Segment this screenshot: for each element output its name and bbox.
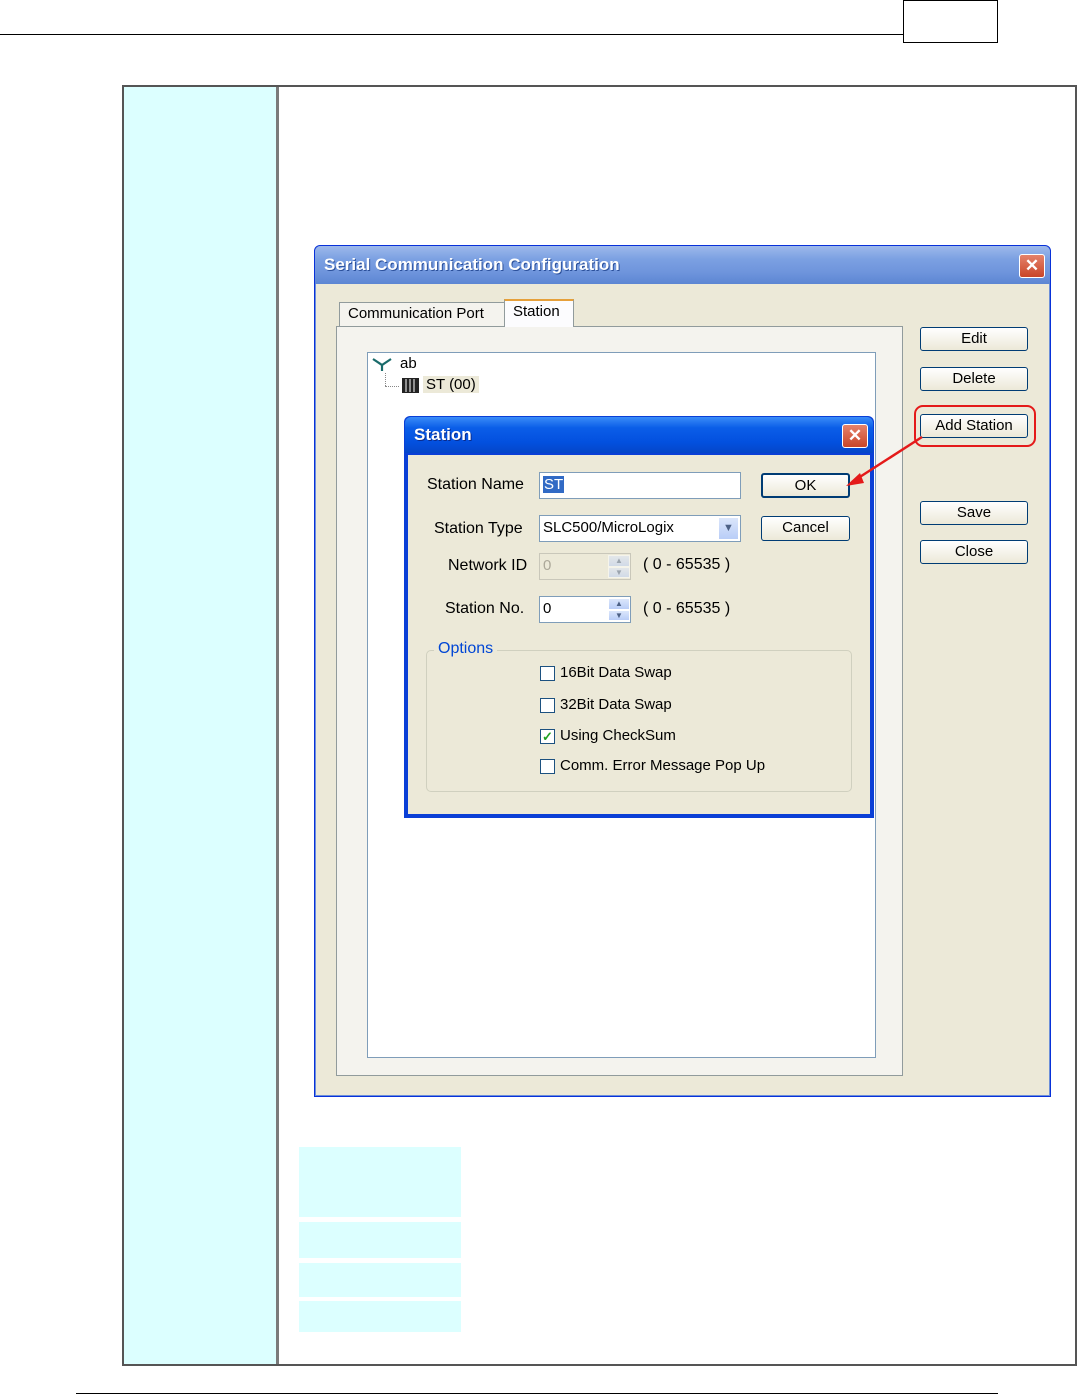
station-dialog-title: Station xyxy=(414,425,472,444)
tree-root-label[interactable]: ab xyxy=(400,355,417,372)
network-id-label: Network ID xyxy=(448,557,528,574)
station-name-value: ST xyxy=(543,476,565,493)
table-cell-2 xyxy=(299,1222,461,1258)
station-no-label: Station No. xyxy=(445,600,525,617)
station-no-spinner[interactable]: ▲ ▼ xyxy=(608,598,630,621)
tree-connector-h xyxy=(385,386,399,388)
station-name-label: Station Name xyxy=(427,476,524,493)
station-node-icon xyxy=(402,378,419,393)
network-id-range: ( 0 - 65535 ) xyxy=(643,556,731,573)
error-popup-checkbox[interactable] xyxy=(540,759,555,774)
header-rule xyxy=(0,34,905,35)
network-id-value: 0 xyxy=(543,557,552,574)
table-cell-4 xyxy=(299,1301,461,1332)
station-no-value: 0 xyxy=(543,600,552,617)
close-button[interactable]: Close xyxy=(920,540,1028,564)
page-number-box xyxy=(903,0,998,43)
window-title: Serial Communication Configuration xyxy=(324,255,620,274)
tab-station[interactable]: Station xyxy=(504,299,574,327)
tree-connector xyxy=(385,373,387,386)
error-popup-label: Comm. Error Message Pop Up xyxy=(560,757,766,774)
edit-button[interactable]: Edit xyxy=(920,327,1028,351)
add-station-highlight xyxy=(914,405,1036,447)
ok-button[interactable]: OK xyxy=(761,473,850,498)
delete-button[interactable]: Delete xyxy=(920,367,1028,391)
tree-station-item[interactable]: ST (00) xyxy=(423,376,479,393)
network-id-spinner: ▲ ▼ xyxy=(608,555,630,578)
network-icon xyxy=(372,358,392,371)
swap32-label: 32Bit Data Swap xyxy=(560,696,672,713)
checksum-label: Using CheckSum xyxy=(560,727,676,744)
station-type-label: Station Type xyxy=(434,520,523,537)
window-close-icon[interactable]: ✕ xyxy=(1019,254,1045,278)
swap16-checkbox[interactable] xyxy=(540,666,555,681)
station-type-select[interactable]: SLC500/MicroLogix xyxy=(539,515,741,542)
options-label: Options xyxy=(434,640,498,658)
station-dialog-titlebar xyxy=(405,417,873,453)
tab-communication-port[interactable]: Communication Port xyxy=(339,302,505,326)
red-arrow-annotation xyxy=(846,435,923,486)
station-no-range: ( 0 - 65535 ) xyxy=(643,600,731,617)
table-cell-3 xyxy=(299,1263,461,1297)
save-button[interactable]: Save xyxy=(920,501,1028,525)
table-cell-1 xyxy=(299,1147,461,1217)
checksum-checkbox[interactable]: ✓ xyxy=(540,729,555,744)
station-name-input[interactable]: ST xyxy=(539,472,741,499)
table-label-cell xyxy=(124,87,276,1364)
table-column-divider xyxy=(276,87,279,1364)
swap32-checkbox[interactable] xyxy=(540,698,555,713)
footer-rule xyxy=(76,1393,998,1394)
chevron-down-icon[interactable]: ▼ xyxy=(718,517,739,540)
swap16-label: 16Bit Data Swap xyxy=(560,664,672,681)
station-type-value: SLC500/MicroLogix xyxy=(543,519,674,536)
cancel-button[interactable]: Cancel xyxy=(761,516,850,541)
